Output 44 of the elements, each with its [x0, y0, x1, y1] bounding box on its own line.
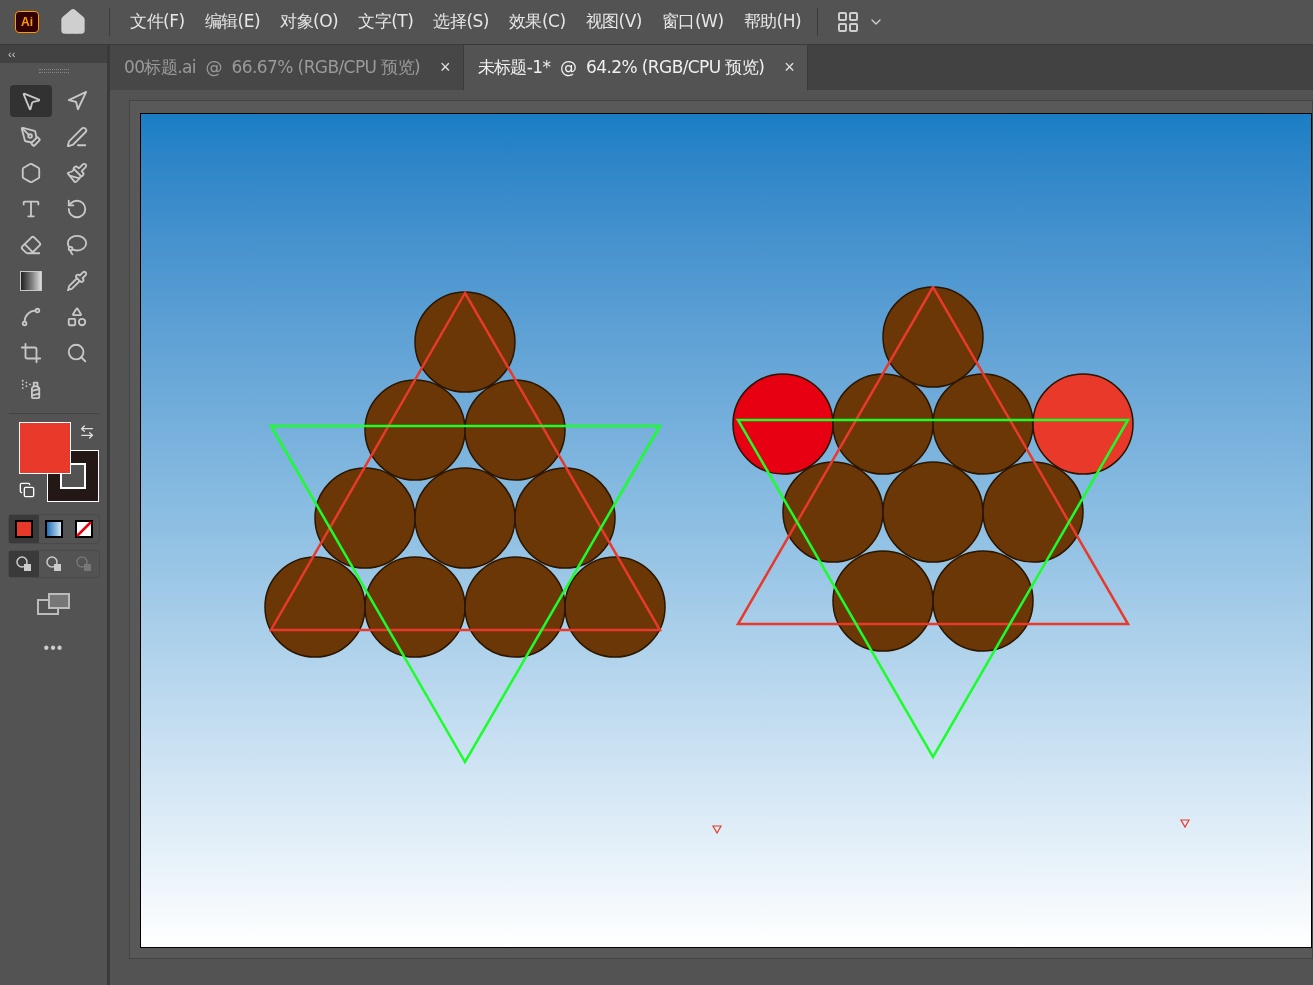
screen-mode-icon[interactable] — [36, 592, 71, 616]
collapse-button[interactable]: ‹‹ — [8, 48, 16, 60]
app-logo: Ai — [15, 11, 39, 33]
menu-item[interactable]: 编辑(E) — [194, 9, 271, 35]
gradient-icon — [19, 271, 42, 291]
draw-mode-icon — [45, 556, 62, 572]
menu-item[interactable]: 文字(T) — [348, 9, 424, 35]
tool-button[interactable] — [9, 85, 52, 117]
menu-item[interactable]: 视图(V) — [575, 9, 652, 35]
brush-icon — [65, 162, 88, 184]
draw-mode-icon — [15, 556, 32, 572]
draw-mode-icon — [75, 556, 92, 572]
rotate-icon — [65, 198, 88, 220]
color-mode-button[interactable] — [8, 515, 39, 543]
fill-swatch[interactable] — [18, 422, 71, 474]
home-icon[interactable] — [59, 8, 87, 36]
tab-title: 未标题-1* @ 64.2% (RGB/CPU 预览) — [477, 55, 765, 79]
more-tools-button[interactable]: ••• — [43, 636, 64, 660]
shape-builder-icon — [65, 306, 88, 328]
document-tab[interactable]: 未标题-1* @ 64.2% (RGB/CPU 预览) × — [463, 45, 808, 90]
color-swatch-icon — [14, 520, 33, 538]
symbol-sprayer-icon — [19, 378, 42, 400]
lasso-icon — [65, 234, 88, 256]
direct-selection-icon — [65, 90, 88, 112]
draw-mode-button[interactable] — [8, 551, 39, 577]
menu-item[interactable]: 文件(F) — [120, 9, 195, 35]
menu-item[interactable]: 对象(O) — [270, 9, 349, 35]
menu-item[interactable]: 窗口(W) — [652, 9, 734, 35]
menu-item[interactable]: 帮助(H) — [733, 9, 812, 35]
workspace-layout-icon[interactable] — [836, 10, 861, 34]
eyedropper-icon — [65, 270, 88, 292]
none-swatch-icon — [74, 520, 93, 538]
pen-icon — [19, 126, 42, 148]
close-tab-button[interactable]: × — [440, 54, 451, 81]
swap-icon[interactable] — [78, 424, 95, 440]
close-tab-button[interactable]: × — [784, 54, 795, 81]
hexagon-icon — [19, 162, 42, 184]
gradient-swatch-icon — [44, 520, 63, 538]
tab-title: 00标题.ai @ 66.67% (RGB/CPU 预览) — [124, 55, 421, 79]
document-tab[interactable]: 00标题.ai @ 66.67% (RGB/CPU 预览) × — [110, 45, 464, 90]
menu-item[interactable]: 效果(C) — [498, 9, 576, 35]
eraser-icon — [19, 234, 42, 256]
menu-item[interactable]: 选择(S) — [423, 9, 499, 35]
zoom-icon — [65, 342, 88, 364]
